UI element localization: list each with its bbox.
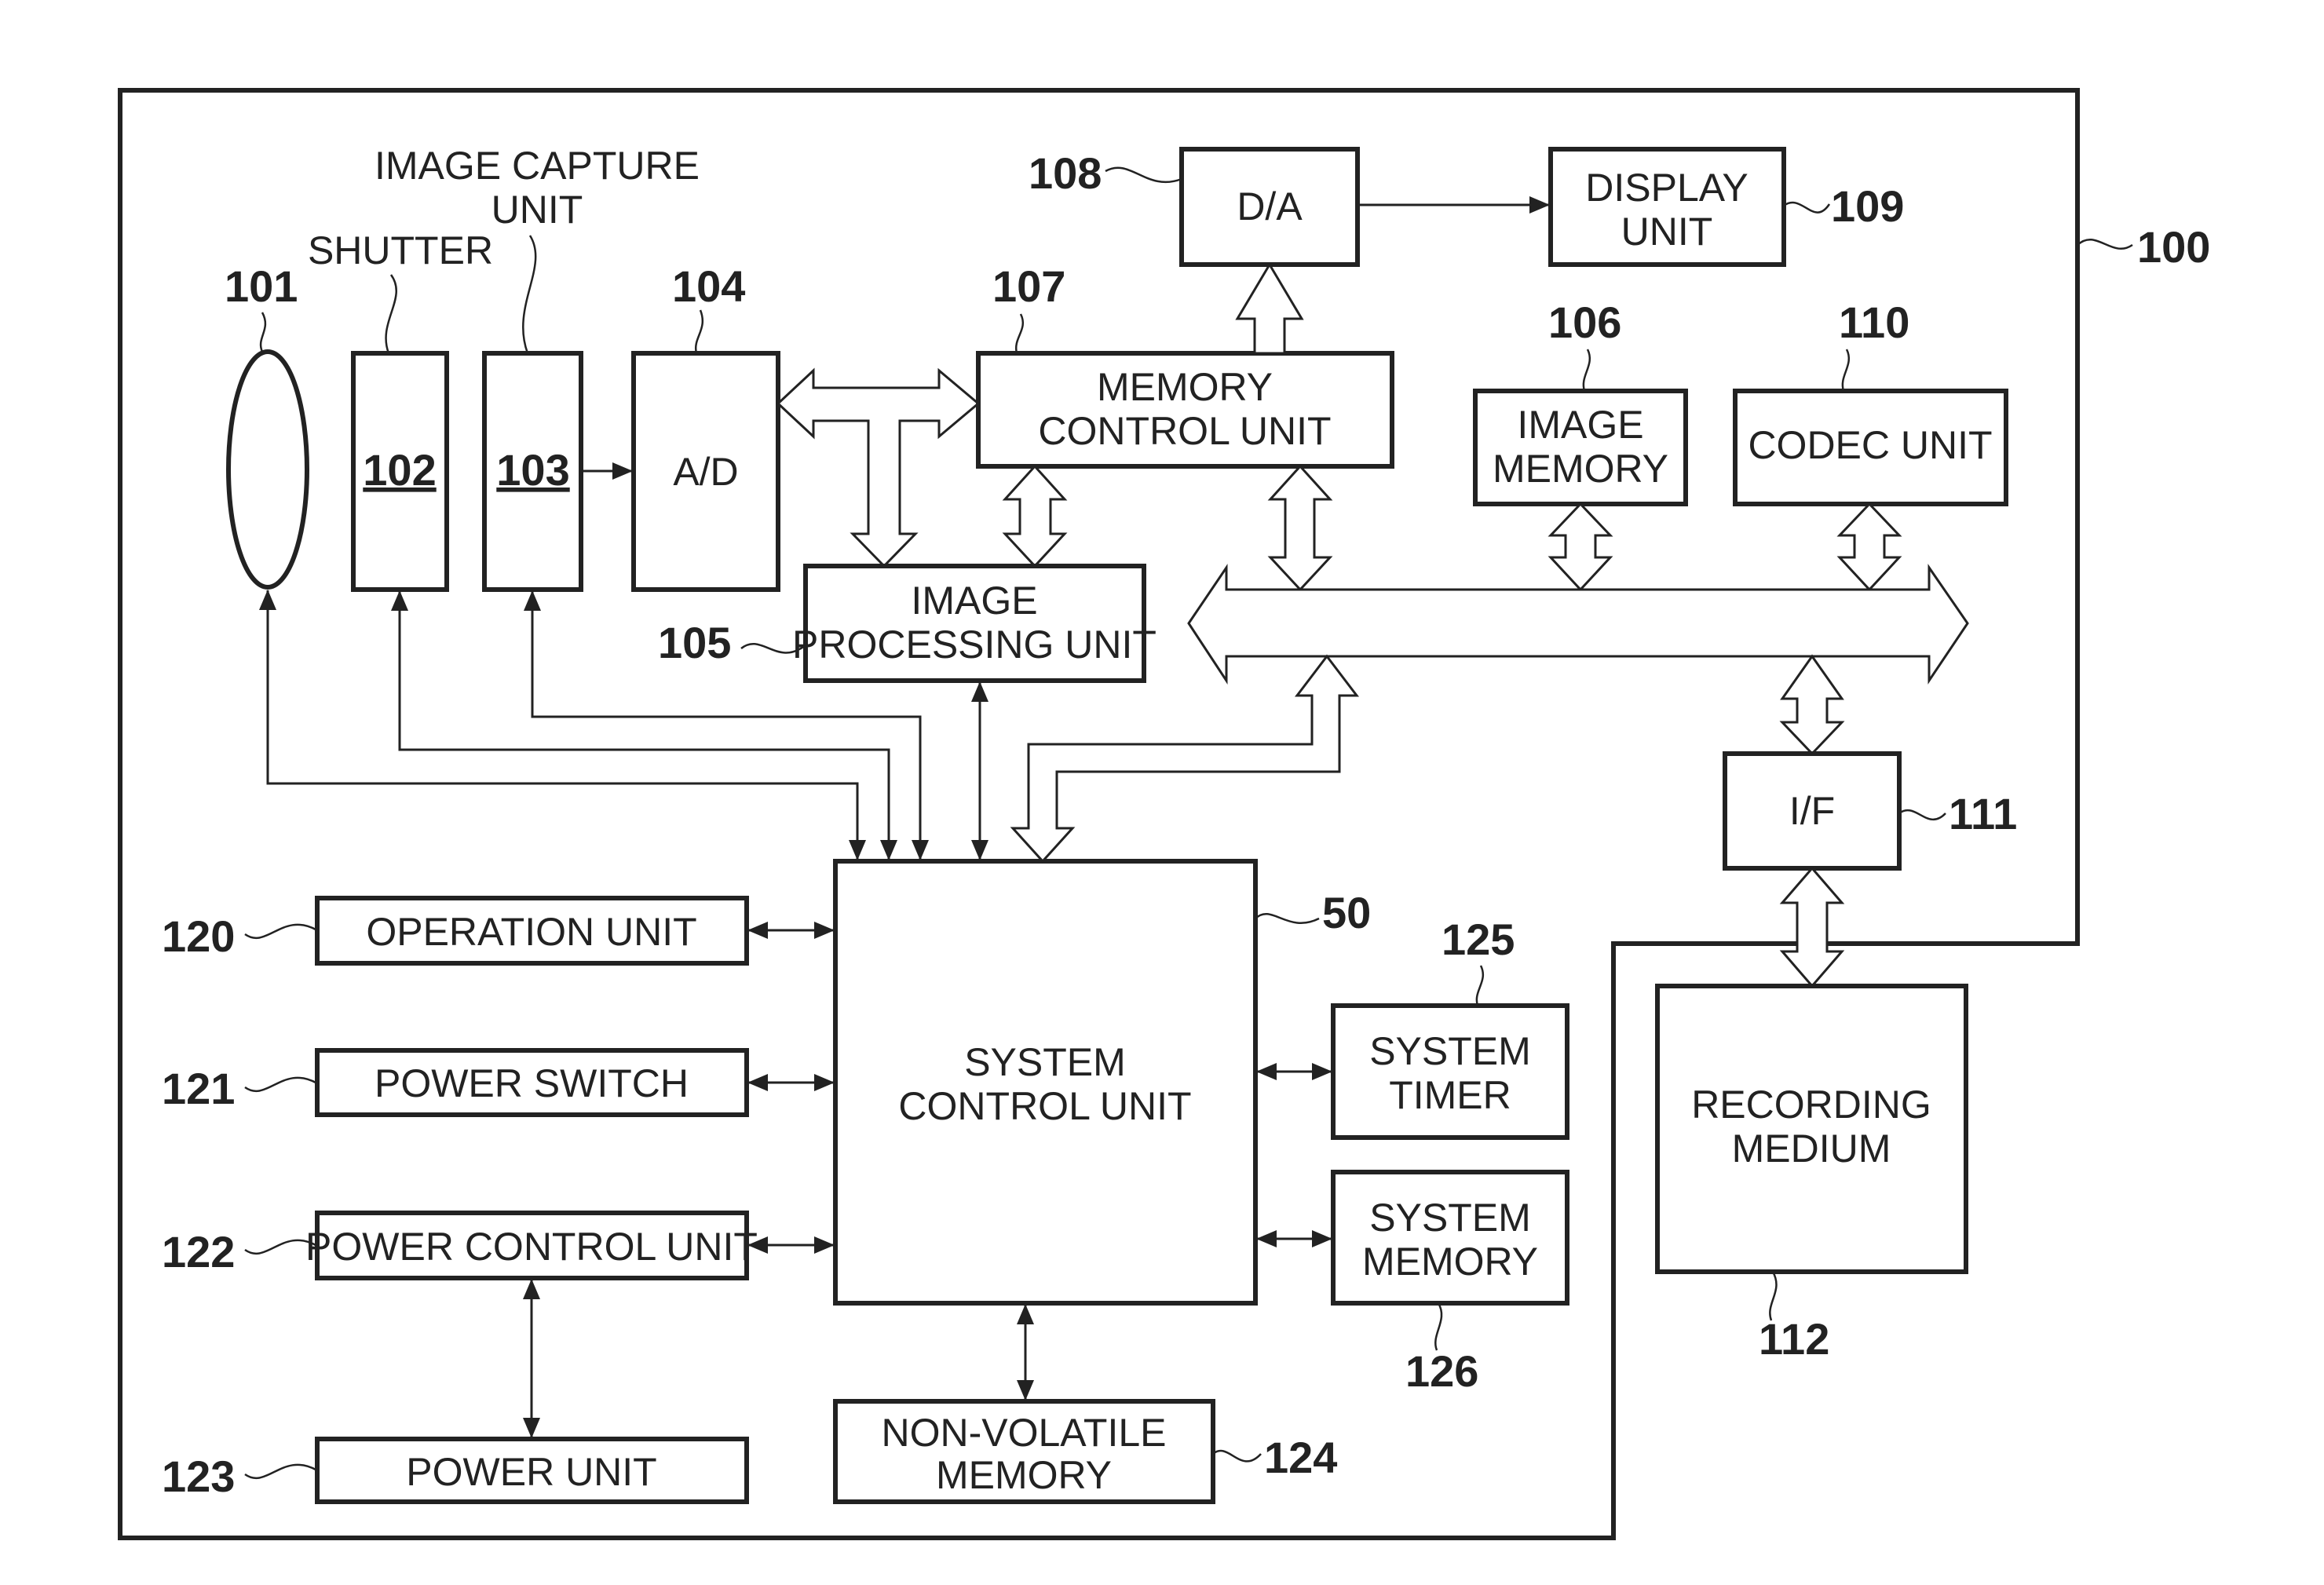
system-control-ref-label: 50 xyxy=(1322,888,1371,937)
ad-ref-label: 104 xyxy=(672,261,745,311)
image-processing-line1: IMAGE xyxy=(911,579,1037,623)
memory-control-ref-label: 107 xyxy=(992,261,1065,311)
display-ref-label: 109 xyxy=(1831,181,1904,231)
display-leader xyxy=(1783,201,1831,214)
system-timer-ref-label: 125 xyxy=(1442,915,1515,964)
memory-control-line1: MEMORY xyxy=(1097,365,1273,409)
system-memory-ref-label: 126 xyxy=(1405,1346,1478,1396)
shutter-inner-label: 102 xyxy=(363,445,436,495)
control-line-lens xyxy=(259,590,859,861)
image-memory-line1: IMAGE xyxy=(1517,403,1643,447)
memory-control-line2: CONTROL UNIT xyxy=(1038,409,1331,453)
device-ref-leader xyxy=(2077,239,2133,250)
memory-image-processing-arrow xyxy=(1002,464,1068,568)
interface-recording-arrow xyxy=(1779,866,1845,988)
da-leader xyxy=(1105,166,1182,184)
system-control-leader xyxy=(1255,913,1320,924)
power-control-label: POWER CONTROL UNIT xyxy=(305,1225,758,1269)
operation-unit-leader xyxy=(244,923,318,940)
recording-medium-line1: RECORDING xyxy=(1691,1083,1931,1127)
power-switch-leader xyxy=(244,1076,318,1093)
ad-label: A/D xyxy=(673,450,738,494)
image-capture-caption-line2: UNIT xyxy=(491,188,583,232)
bus-interface-arrow xyxy=(1779,654,1845,756)
codec-leader xyxy=(1841,349,1851,392)
non-volatile-line2: MEMORY xyxy=(936,1453,1112,1497)
non-volatile-line1: NON-VOLATILE xyxy=(881,1411,1166,1455)
display-line1: DISPLAY xyxy=(1585,166,1748,210)
system-timer-leader xyxy=(1475,965,1485,1006)
operation-unit-ref-label: 120 xyxy=(162,911,235,961)
device-ref-label: 100 xyxy=(2137,222,2210,272)
image-capture-caption-line1: IMAGE CAPTURE xyxy=(375,144,700,188)
recording-medium-ref-label: 112 xyxy=(1759,1314,1829,1364)
display-line2: UNIT xyxy=(1621,210,1713,254)
image-capture-inner-label: 103 xyxy=(496,445,569,495)
codec-ref-label: 110 xyxy=(1839,298,1909,347)
power-switch-ref-label: 121 xyxy=(162,1064,235,1113)
da-ref-label: 108 xyxy=(1029,148,1102,198)
memory-bus-arrow xyxy=(1267,464,1333,592)
power-switch-label: POWER SWITCH xyxy=(375,1061,689,1105)
system-timer-line1: SYSTEM xyxy=(1369,1029,1531,1073)
recording-medium-line2: MEDIUM xyxy=(1732,1127,1891,1170)
power-unit-leader xyxy=(244,1463,318,1480)
power-control-ref-label: 122 xyxy=(162,1227,235,1276)
lens-ref-label: 101 xyxy=(225,261,298,311)
interface-ref-label: 111 xyxy=(1949,789,2017,838)
image-memory-leader xyxy=(1582,349,1591,392)
non-volatile-ref-label: 124 xyxy=(1264,1433,1337,1482)
system-memory-leader xyxy=(1434,1302,1443,1351)
shutter-caption: SHUTTER xyxy=(308,228,493,272)
system-control-line2: CONTROL UNIT xyxy=(898,1084,1191,1128)
interface-leader xyxy=(1898,809,1946,821)
lens-leader xyxy=(259,312,267,352)
system-control-line1: SYSTEM xyxy=(964,1040,1126,1084)
system-timer-line2: TIMER xyxy=(1389,1073,1511,1117)
power-unit-label: POWER UNIT xyxy=(406,1450,656,1494)
codec-label: CODEC UNIT xyxy=(1748,423,1992,467)
recording-medium-leader xyxy=(1769,1271,1778,1321)
image-capture-leader xyxy=(522,235,537,354)
system-memory-line2: MEMORY xyxy=(1362,1240,1538,1284)
image-memory-line2: MEMORY xyxy=(1493,447,1668,491)
lens-icon[interactable] xyxy=(226,349,309,590)
image-memory-ref-label: 106 xyxy=(1548,298,1621,347)
block-diagram: 100 101 102 SHUTTER 103 IMAGE CAPTURE UN… xyxy=(118,88,2210,1540)
memory-to-da-arrow xyxy=(1235,262,1304,355)
interface-label: I/F xyxy=(1789,789,1835,833)
da-label: D/A xyxy=(1237,184,1303,228)
ad-leader xyxy=(694,309,704,354)
non-volatile-leader xyxy=(1212,1449,1262,1463)
image-memory-bus-arrow xyxy=(1548,502,1613,592)
image-processing-line2: PROCESSING UNIT xyxy=(792,623,1157,667)
operation-unit-label: OPERATION UNIT xyxy=(366,910,696,954)
bus-system-control-arrow xyxy=(1010,654,1360,864)
image-processing-ref-label: 105 xyxy=(658,618,731,667)
codec-bus-arrow xyxy=(1836,502,1902,592)
ad-memory-bus-arrow xyxy=(776,367,981,568)
power-unit-ref-label: 123 xyxy=(162,1452,235,1501)
system-memory-line1: SYSTEM xyxy=(1369,1196,1531,1240)
shutter-leader xyxy=(385,274,397,354)
memory-control-leader xyxy=(1014,313,1025,354)
